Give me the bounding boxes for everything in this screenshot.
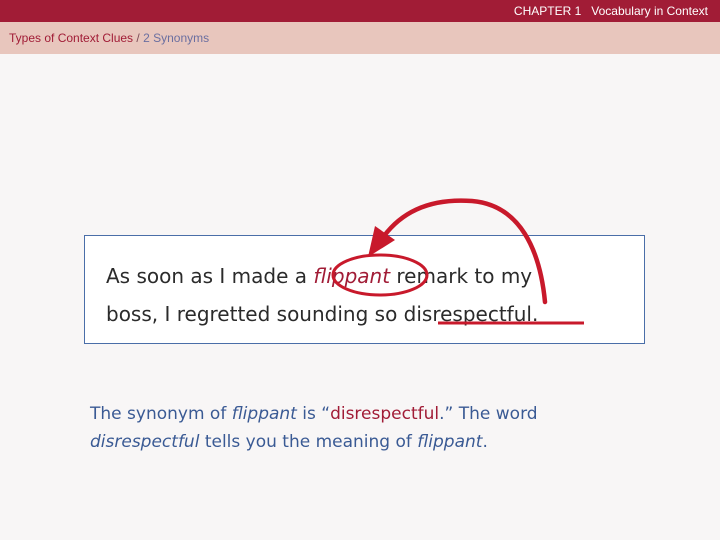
explanation-paragraph: The synonym of flippant is “disrespectfu… bbox=[90, 400, 650, 456]
example-line-1: As soon as I made a flippant remark to m… bbox=[106, 257, 646, 295]
example-text-segment: remark to my bbox=[390, 264, 533, 288]
breadcrumb-separator: / bbox=[133, 31, 144, 45]
explanation-target-word: flippant bbox=[231, 404, 297, 424]
example-text-segment: boss, I regretted sounding so bbox=[106, 302, 404, 326]
example-sentence: As soon as I made a flippant remark to m… bbox=[106, 257, 646, 333]
explanation-synonym-word: disrespectful bbox=[330, 404, 440, 424]
example-text-segment: As soon as I made a bbox=[106, 264, 314, 288]
explanation-text: .” The word bbox=[439, 404, 538, 424]
breadcrumb-section: Types of Context Clues bbox=[9, 31, 134, 45]
explanation-text: . bbox=[482, 432, 488, 452]
explanation-text: The synonym of bbox=[90, 404, 232, 424]
example-text-segment: . bbox=[531, 302, 539, 326]
chapter-header-bar: CHAPTER 1 Vocabulary in Context bbox=[0, 0, 720, 22]
chapter-title: CHAPTER 1 Vocabulary in Context bbox=[513, 4, 708, 18]
explanation-synonym-word-italic: disrespectful bbox=[90, 432, 200, 452]
example-line-2: boss, I regretted sounding so disrespect… bbox=[106, 295, 646, 333]
explanation-target-word: flippant bbox=[417, 432, 483, 452]
synonym-word: disrespectful bbox=[403, 302, 532, 326]
explanation-text: is “ bbox=[296, 404, 331, 424]
breadcrumb: Types of Context Clues / 2 Synonyms bbox=[9, 31, 209, 45]
section-header-bar: Types of Context Clues / 2 Synonyms bbox=[0, 22, 720, 54]
explanation-text: tells you the meaning of bbox=[199, 432, 418, 452]
breadcrumb-subsection: 2 Synonyms bbox=[143, 31, 210, 45]
target-word: flippant bbox=[313, 264, 391, 288]
